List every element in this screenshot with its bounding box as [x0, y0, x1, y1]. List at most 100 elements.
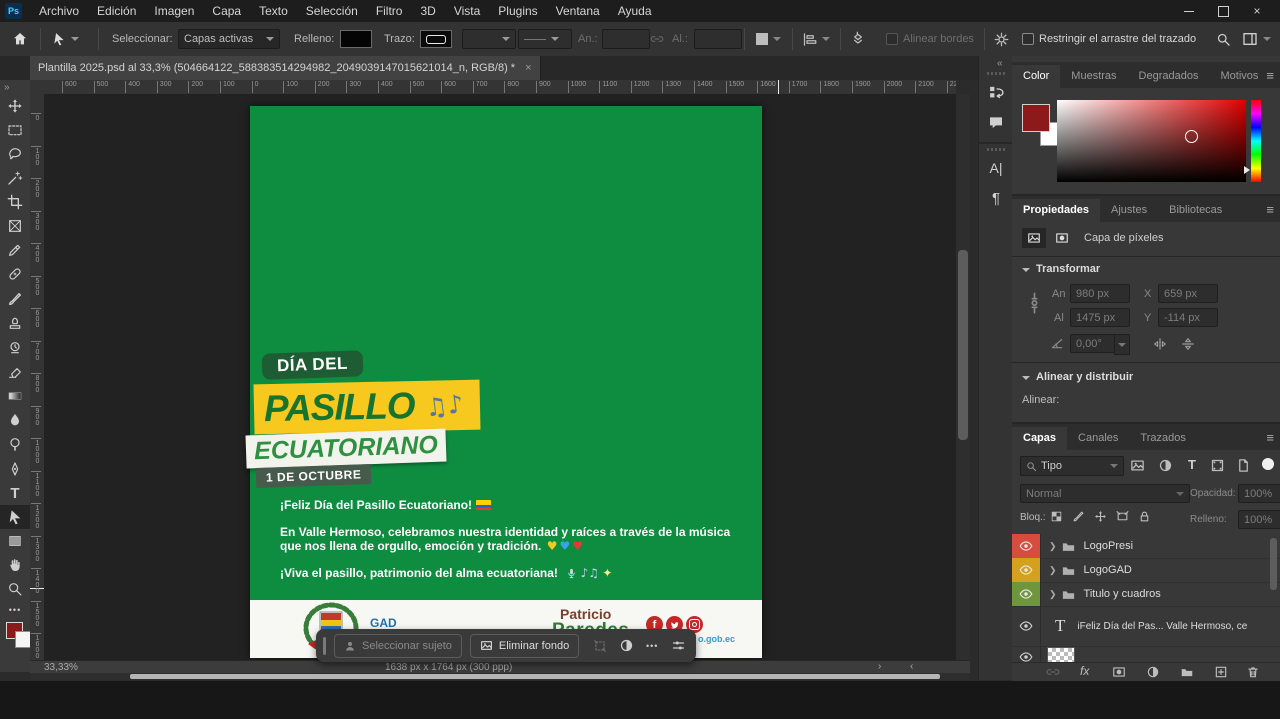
- remove-background-button[interactable]: Eliminar fondo: [470, 634, 579, 658]
- paragraph-panel-icon[interactable]: ¶: [982, 184, 1010, 212]
- link-layers-icon[interactable]: [1046, 665, 1060, 682]
- menu-ayuda[interactable]: Ayuda: [609, 0, 661, 22]
- menu-filtro[interactable]: Filtro: [367, 0, 412, 22]
- transform-image-icon[interactable]: [587, 639, 613, 653]
- filter-smart-objects-icon[interactable]: [1236, 458, 1251, 476]
- close-button[interactable]: ×: [1240, 0, 1274, 22]
- layer-visibility-toggle[interactable]: [1012, 558, 1041, 582]
- type-tool[interactable]: T: [0, 481, 30, 505]
- transform-link-icon[interactable]: [1028, 290, 1041, 316]
- stroke-swatch[interactable]: [420, 31, 452, 47]
- tab-color[interactable]: Color: [1012, 65, 1060, 88]
- tab-muestras[interactable]: Muestras: [1060, 65, 1127, 88]
- toolbar-expand-icon[interactable]: »: [4, 82, 10, 93]
- angle-dropdown[interactable]: [1114, 334, 1130, 355]
- gradient-tool[interactable]: [0, 384, 30, 408]
- fill-swatch[interactable]: [340, 31, 372, 47]
- healing-brush-tool[interactable]: [0, 262, 30, 286]
- tab-degradados[interactable]: Degradados: [1128, 65, 1210, 88]
- pixel-layer-icon[interactable]: [1022, 228, 1046, 248]
- filter-pixel-layers-icon[interactable]: [1130, 458, 1145, 476]
- restore-button[interactable]: [1206, 0, 1240, 22]
- al-field[interactable]: 1475 px: [1070, 308, 1130, 327]
- tab-trazados[interactable]: Trazados: [1129, 427, 1196, 450]
- layer-visibility-toggle[interactable]: [1012, 606, 1041, 646]
- restringir-checkbox[interactable]: Restringir el arrastre del trazado: [1022, 22, 1196, 56]
- more-options-icon[interactable]: •••: [639, 641, 665, 651]
- menu-texto[interactable]: Texto: [250, 0, 297, 22]
- vertical-scrollbar[interactable]: [956, 94, 970, 660]
- zoom-level[interactable]: 33,33%: [44, 662, 78, 673]
- width-field[interactable]: [602, 30, 650, 48]
- minimize-button[interactable]: [1172, 0, 1206, 22]
- layer-visibility-toggle[interactable]: [1012, 582, 1041, 606]
- new-group-icon[interactable]: [1180, 665, 1194, 682]
- create-adjustment-icon[interactable]: [613, 638, 639, 653]
- character-panel-icon[interactable]: A|: [982, 154, 1010, 182]
- menu-seleccion[interactable]: Selección: [297, 0, 367, 22]
- y-field[interactable]: -114 px: [1158, 308, 1218, 327]
- menu-imagen[interactable]: Imagen: [145, 0, 203, 22]
- align-collapse-icon[interactable]: [1022, 376, 1030, 380]
- bar-properties-icon[interactable]: [665, 638, 691, 653]
- search-icon[interactable]: [1216, 22, 1231, 56]
- layers-scrollbar-thumb[interactable]: [1270, 538, 1277, 590]
- crop-tool[interactable]: [0, 190, 30, 214]
- group-expander-icon[interactable]: ❯: [1049, 589, 1057, 600]
- flip-horizontal-icon[interactable]: [1152, 337, 1168, 351]
- link-dimensions-icon[interactable]: [650, 22, 664, 56]
- color-field[interactable]: [1057, 100, 1246, 182]
- group-expander-icon[interactable]: ❯: [1049, 541, 1057, 552]
- layer-row-logopresi[interactable]: ❯ LogoPresi: [1012, 534, 1280, 559]
- filter-adjustment-layers-icon[interactable]: [1158, 458, 1173, 476]
- tab-bibliotecas[interactable]: Bibliotecas: [1158, 199, 1233, 222]
- tool-settings-gear-icon[interactable]: [994, 22, 1009, 56]
- comments-panel-icon[interactable]: [982, 108, 1010, 136]
- an-field[interactable]: 980 px: [1070, 284, 1130, 303]
- menu-plugins[interactable]: Plugins: [489, 0, 546, 22]
- canvas-area[interactable]: DÍA DEL PASILLO ♫♪ ECUATORIANO 1 DE OCTU…: [44, 94, 956, 660]
- path-arrangement-icon[interactable]: [850, 22, 866, 56]
- path-alignment-icon[interactable]: [802, 22, 830, 56]
- blend-mode-dropdown[interactable]: Normal: [1020, 484, 1190, 503]
- frame-tool[interactable]: [0, 214, 30, 238]
- object-selection-tool[interactable]: [0, 166, 30, 190]
- alinear-bordes-checkbox[interactable]: Alinear bordes: [886, 22, 974, 56]
- hue-slider-marker[interactable]: [1244, 166, 1250, 174]
- color-foreground-swatch[interactable]: [1022, 104, 1050, 132]
- tab-ajustes[interactable]: Ajustes: [1100, 199, 1158, 222]
- lock-position-icon[interactable]: [1094, 510, 1107, 526]
- properties-panel-menu-icon[interactable]: ≡: [1266, 202, 1274, 217]
- move-tool[interactable]: [0, 94, 30, 118]
- transform-collapse-icon[interactable]: [1022, 268, 1030, 272]
- status-prev-icon[interactable]: ‹: [910, 661, 913, 672]
- layers-panel-menu-icon[interactable]: ≡: [1266, 430, 1274, 445]
- x-field[interactable]: 659 px: [1158, 284, 1218, 303]
- lock-artboard-icon[interactable]: [1116, 510, 1129, 526]
- dock-collapse-icon[interactable]: «: [997, 58, 1003, 69]
- add-mask-icon[interactable]: [1112, 665, 1126, 682]
- blur-tool[interactable]: [0, 408, 30, 432]
- eraser-tool[interactable]: [0, 360, 30, 384]
- horizontal-scrollbar[interactable]: [30, 673, 970, 680]
- hue-slider[interactable]: [1251, 100, 1261, 182]
- edit-toolbar-icon[interactable]: •••: [0, 598, 30, 622]
- fill-field[interactable]: 100%: [1238, 510, 1280, 529]
- horizontal-scrollbar-thumb[interactable]: [130, 674, 940, 679]
- lock-transparency-icon[interactable]: [1050, 510, 1063, 526]
- menu-3d[interactable]: 3D: [411, 0, 444, 22]
- document-poster[interactable]: DÍA DEL PASILLO ♫♪ ECUATORIANO 1 DE OCTU…: [250, 106, 762, 658]
- color-panel-menu-icon[interactable]: ≡: [1266, 68, 1274, 83]
- workspace-switcher-icon[interactable]: [1242, 22, 1271, 56]
- home-icon[interactable]: [12, 22, 28, 56]
- layer-row-text[interactable]: T iFeliz Día del Pas... Valle Hermoso, c…: [1012, 606, 1280, 647]
- height-field[interactable]: [694, 30, 742, 48]
- opacity-field[interactable]: 100%: [1238, 484, 1280, 503]
- dodge-tool[interactable]: [0, 432, 30, 456]
- stroke-width-dropdown[interactable]: [462, 30, 516, 48]
- filter-shape-layers-icon[interactable]: [1210, 458, 1225, 476]
- new-layer-icon[interactable]: [1214, 665, 1228, 682]
- menu-archivo[interactable]: Archivo: [30, 0, 88, 22]
- new-adjustment-layer-icon[interactable]: [1146, 665, 1160, 682]
- stroke-type-dropdown[interactable]: [518, 30, 572, 48]
